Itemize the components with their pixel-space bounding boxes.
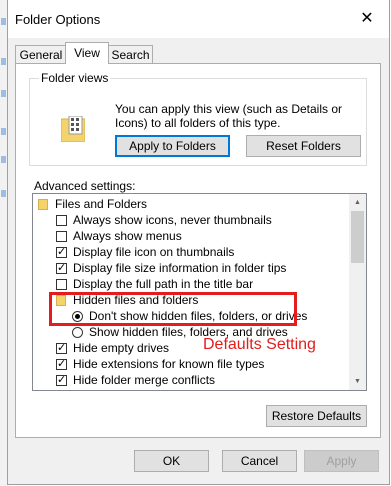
option-always-show-icons[interactable]: Always show icons, never thumbnails [56,212,272,228]
tab-label: General [19,48,63,62]
option-always-show-menus[interactable]: Always show menus [56,228,182,244]
checkbox[interactable] [56,278,67,290]
strip-mark [1,18,6,25]
checkbox-checked[interactable] [56,357,67,370]
list-item-label: Hide empty drives [73,341,170,355]
tab-search[interactable]: Search [108,45,153,63]
checkbox-checked[interactable] [56,245,67,258]
reset-folders-button[interactable]: Reset Folders [246,135,361,157]
list-item-label: Files and Folders [55,197,148,211]
checkbox-checked[interactable] [56,261,67,274]
list-item-label: Hide extensions for known file types [73,357,265,371]
strip-mark [1,128,6,135]
strip-mark [1,156,6,163]
apply-to-folders-button[interactable]: Apply to Folders [115,135,230,157]
cancel-button[interactable]: Cancel [222,450,297,472]
tab-label: Search [111,48,150,62]
list-item-label: Always show menus [73,229,182,243]
strip-mark [1,58,6,65]
option-display-file-icon-thumbnails[interactable]: Display file icon on thumbnails [56,244,234,260]
annotation-label: Defaults Setting [203,336,316,353]
scroll-thumb[interactable] [351,211,364,263]
annotation-highlight-box [49,292,297,326]
vertical-scrollbar[interactable]: ▲ ▼ [349,194,366,390]
folder-grid-icon [61,116,85,142]
radio[interactable] [72,326,83,338]
close-icon[interactable]: ✕ [358,9,376,27]
view-tab-panel: Folder views You can apply this view (su… [15,63,381,438]
checkbox[interactable] [56,230,67,242]
strip-mark [1,190,6,197]
checkbox-checked[interactable] [56,341,67,354]
restore-defaults-button[interactable]: Restore Defaults [266,405,367,427]
option-display-full-path[interactable]: Display the full path in the title bar [56,276,253,292]
folder-views-group: Folder views You can apply this view (su… [29,71,367,166]
list-item-label: Display file icon on thumbnails [73,245,235,259]
option-hide-empty-drives[interactable]: Hide empty drives [56,340,169,356]
ok-button[interactable]: OK [134,450,209,472]
list-item-label: Display the full path in the title bar [73,277,254,291]
folder-views-label: Folder views [39,71,111,85]
apply-button[interactable]: Apply [304,450,379,472]
checkbox[interactable] [56,214,67,226]
list-item-label: Always show icons, never thumbnails [73,213,272,227]
option-hide-merge-conflicts[interactable]: Hide folder merge conflicts [56,372,215,388]
folder-views-description: You can apply this view (such as Details… [115,102,343,130]
tab-view[interactable]: View [65,42,109,64]
option-hide-extensions[interactable]: Hide extensions for known file types [56,356,264,372]
list-item-label: Hide folder merge conflicts [73,373,216,387]
title-bar: Folder Options ✕ [8,0,389,38]
list-item-label: Display file size information in folder … [73,261,287,275]
tab-general[interactable]: General [15,45,67,63]
window-title: Folder Options [15,12,101,27]
advanced-settings-label: Advanced settings: [34,179,136,193]
checkbox-checked[interactable] [56,373,67,386]
folder-icon [38,198,48,210]
tree-folder-files-and-folders: Files and Folders [38,196,147,212]
scroll-up-icon[interactable]: ▲ [349,194,366,211]
tab-label: View [74,46,100,60]
strip-mark [1,90,6,97]
scroll-down-icon[interactable]: ▼ [349,373,366,390]
folder-options-dialog: Folder Options ✕ General View Search Fol… [7,0,390,485]
option-display-file-size-info[interactable]: Display file size information in folder … [56,260,286,276]
